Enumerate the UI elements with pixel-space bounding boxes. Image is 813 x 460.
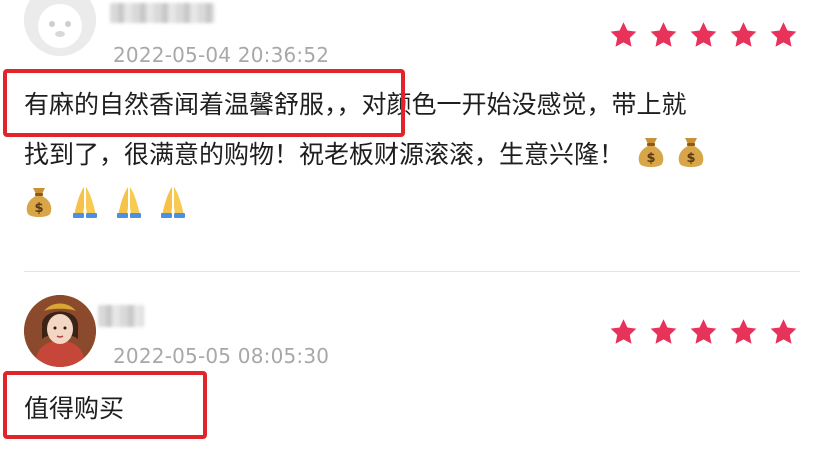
money-bag-icon (676, 135, 706, 169)
star-icon (768, 20, 799, 50)
money-bag-icon (24, 185, 54, 219)
user-avatar-image (24, 295, 96, 367)
folded-hands-icon (158, 185, 188, 219)
star-icon (688, 20, 719, 50)
user-avatar[interactable] (24, 295, 96, 367)
star-rating (608, 20, 799, 50)
folded-hands-icon (70, 185, 100, 219)
folded-hands-icon (114, 185, 144, 219)
review-card: 2022-05-05 08:05:30 值得购买 (0, 274, 813, 460)
star-icon (608, 317, 639, 347)
review-text-line: 有麻的自然香闻着温馨舒服，，对颜色一开始没感觉，带上就 (24, 90, 687, 119)
star-icon (608, 20, 639, 50)
star-icon (648, 20, 679, 50)
review-text-segment: 找到了，很满意的购物！祝老板财源滚滚，生意兴隆！ (24, 140, 625, 169)
star-rating (608, 317, 799, 347)
username-blurred (110, 3, 215, 23)
review-text: 有麻的自然香闻着温馨舒服，，对颜色一开始没感觉，带上就 找到了，很满意的购物！祝… (24, 80, 794, 230)
money-bag-icon (636, 135, 666, 169)
review-text-line: 找到了，很满意的购物！祝老板财源滚滚，生意兴隆！ (24, 130, 794, 180)
star-icon (648, 317, 679, 347)
default-avatar-icon (24, 0, 96, 56)
review-text: 值得购买 (24, 394, 125, 423)
star-icon (728, 20, 759, 50)
star-icon (768, 317, 799, 347)
review-timestamp: 2022-05-05 08:05:30 (113, 344, 330, 368)
star-icon (688, 317, 719, 347)
review-divider (24, 271, 800, 272)
review-emoji-line (24, 180, 794, 230)
user-avatar[interactable] (24, 0, 96, 56)
review-timestamp: 2022-05-04 20:36:52 (113, 43, 330, 67)
star-icon (728, 317, 759, 347)
review-card: 2022-05-04 20:36:52 有麻的自然香闻着温馨舒服，，对颜色一开始… (0, 0, 813, 272)
username-blurred (98, 305, 144, 327)
